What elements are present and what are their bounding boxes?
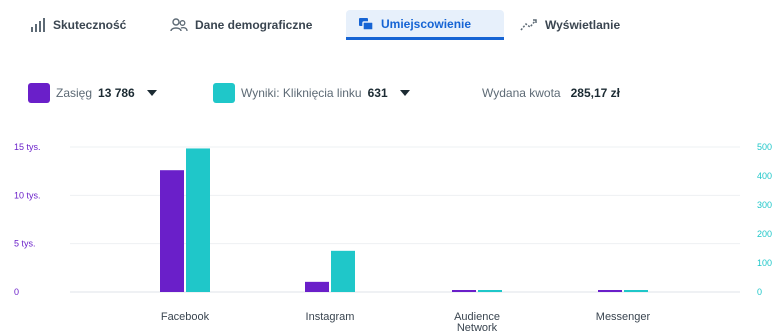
- left-tick-label: 10 tys.: [14, 190, 41, 200]
- reach-bar: [598, 290, 622, 292]
- category-label: Messenger: [596, 311, 651, 323]
- people-icon: [170, 18, 188, 32]
- right-tick-label: 300: [757, 200, 772, 210]
- right-tick-label: 100: [757, 258, 772, 268]
- category-label: Audience Network: [454, 311, 500, 333]
- chevron-down-icon[interactable]: [146, 90, 157, 96]
- results-bar: [478, 290, 502, 292]
- category-labels: Facebook Instagram Audience Network Messenge…: [161, 311, 651, 333]
- reach-metric-selector[interactable]: Zasięg 13 786: [28, 80, 157, 106]
- left-tick-label: 15 tys.: [14, 142, 41, 152]
- bars: [160, 148, 648, 292]
- left-axis-ticks: 0 5 tys. 10 tys. 15 tys.: [14, 142, 41, 297]
- right-tick-label: 500: [757, 142, 772, 152]
- reach-swatch: [28, 83, 50, 103]
- tab-placement[interactable]: Umiejscowienie: [346, 10, 504, 40]
- metric-legend: Zasięg 13 786 Wyniki: Kliknięcia linku 6…: [0, 80, 784, 106]
- reach-bar: [305, 281, 329, 292]
- tab-delivery[interactable]: Wyświetlanie: [520, 10, 620, 40]
- reach-bar: [160, 170, 184, 292]
- left-tick-label: 0: [14, 287, 19, 297]
- tab-label: Dane demograficzne: [195, 18, 313, 32]
- placement-bar-chart: 0 5 tys. 10 tys. 15 tys. 0 100 200 300 400 500 F…: [14, 142, 772, 333]
- left-tick-label: 5 tys.: [14, 239, 36, 249]
- right-axis-ticks: 0 100 200 300 400 500: [757, 142, 772, 297]
- chevron-down-icon[interactable]: [399, 90, 410, 96]
- reach-value: 13 786: [98, 86, 135, 100]
- tab-label: Umiejscowienie: [381, 16, 472, 31]
- category-label: Instagram: [306, 311, 355, 323]
- results-bar: [624, 290, 648, 292]
- right-tick-label: 400: [757, 171, 772, 181]
- category-label-line: Network: [457, 322, 498, 333]
- results-bar: [331, 250, 355, 292]
- results-bar: [186, 148, 210, 292]
- tab-demographics[interactable]: Dane demograficzne: [170, 10, 312, 40]
- reach-label: Zasięg: [56, 86, 93, 100]
- right-tick-label: 200: [757, 229, 772, 239]
- delivery-icon: [520, 19, 537, 31]
- tab-performance[interactable]: Skuteczność: [30, 10, 126, 40]
- right-tick-label: 0: [757, 287, 762, 297]
- results-metric-selector[interactable]: Wyniki: Kliknięcia linku 631: [213, 80, 410, 106]
- results-value: 631: [367, 86, 388, 100]
- results-label: Wyniki: Kliknięcia linku: [241, 86, 362, 100]
- tab-label: Skuteczność: [53, 18, 127, 32]
- spend-metric: Wydana kwota 285,17 zł: [482, 80, 620, 106]
- tab-bar: Skuteczność Dane demograficzne Umiejscow…: [0, 0, 784, 46]
- reach-bar: [452, 290, 476, 292]
- bar-chart-icon: [31, 18, 45, 32]
- tab-label: Wyświetlanie: [545, 18, 621, 32]
- spend-label: Wydana kwota: [482, 86, 561, 100]
- placement-icon: [359, 17, 374, 31]
- results-swatch: [213, 83, 235, 103]
- spend-value: 285,17 zł: [570, 86, 620, 100]
- category-label: Facebook: [161, 311, 210, 323]
